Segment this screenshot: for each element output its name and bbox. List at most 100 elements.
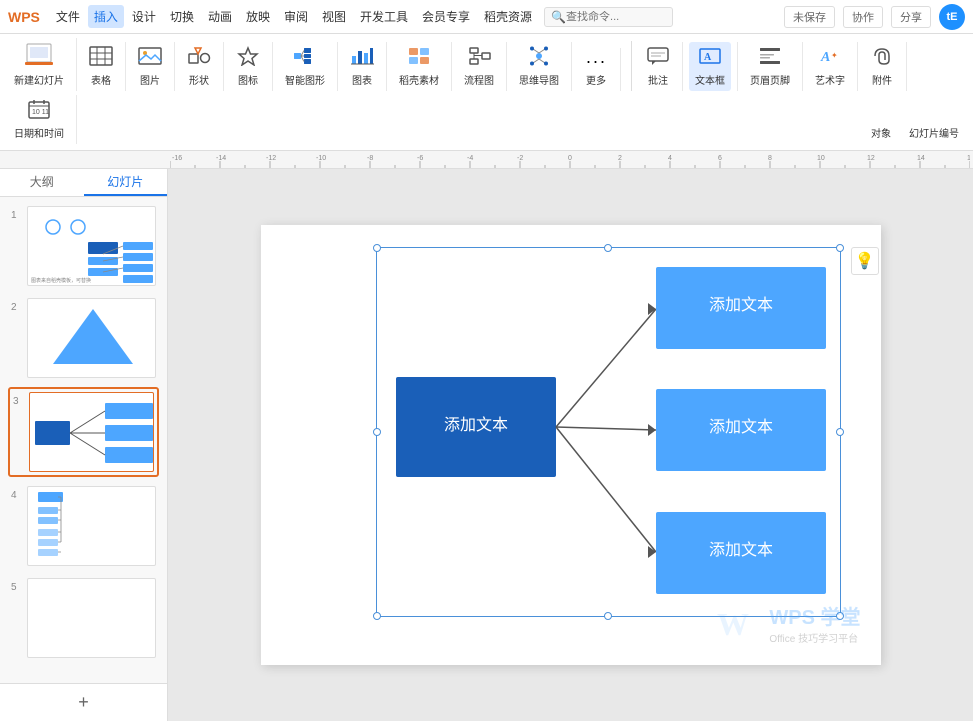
ruler-svg: -16 -14 -12 -10 -8 -6 -4 -2 0 [170,151,970,169]
ribbon-group-icon: 图标 [230,42,273,91]
search-input[interactable] [566,11,666,23]
slide-item-4[interactable]: 4 [8,483,159,569]
menu-resources[interactable]: 稻壳资源 [478,5,538,28]
slide-thumb-4[interactable] [27,486,156,566]
slide-item-1[interactable]: 1 [8,203,159,289]
wordart-button[interactable]: A ✦ 艺术字 [809,42,851,91]
svg-text:4: 4 [668,155,672,162]
ribbon-group-headerfooter: 页眉页脚 [744,42,803,91]
object-button[interactable]: 对象 [863,119,899,144]
add-slide-button[interactable]: + [0,683,167,721]
wps-watermark: W WPS 学堂 Office 技巧学习平台 [715,601,860,645]
menu-vip[interactable]: 会员专享 [416,5,476,28]
slide-thumb-2[interactable] [27,298,156,378]
slide-canvas[interactable]: 💡 添加文本 添加文本 添加文本 [261,225,881,665]
smartart-button[interactable]: 智能图形 [279,42,331,91]
svg-text:8: 8 [768,155,772,162]
idea-icon: 💡 [855,251,875,271]
menu-devtools[interactable]: 开发工具 [354,5,414,28]
ribbon-group-table: 表格 [83,42,126,91]
menu-animation[interactable]: 动画 [202,5,238,28]
svg-text:-2: -2 [517,155,523,162]
idea-button[interactable]: 💡 [851,247,879,275]
menu-transition[interactable]: 切换 [164,5,200,28]
image-button[interactable]: 图片 [132,42,168,91]
slide-number-label: 幻灯片编号 [909,125,959,140]
chart-label: 图表 [352,72,372,87]
unsaved-btn[interactable]: 未保存 [784,6,835,28]
svg-text:2: 2 [618,155,622,162]
slide-num-4: 4 [11,486,21,501]
svg-text:-12: -12 [266,155,276,162]
new-slide-icon [25,42,53,70]
image-icon [138,46,162,70]
share-btn[interactable]: 分享 [891,6,931,28]
main-area: 大纲 幻灯片 1 [0,169,973,721]
svg-text:-6: -6 [417,155,423,162]
slide-thumb-1[interactable]: 图表来自稻壳模板，可替换 [27,206,156,286]
svg-text:-16: -16 [172,155,182,162]
menu-view[interactable]: 视图 [316,5,352,28]
collaborate-btn[interactable]: 协作 [843,6,883,28]
slide-item-2[interactable]: 2 [8,295,159,381]
slide-num-2: 2 [11,298,21,313]
icon-button[interactable]: 图标 [230,42,266,91]
canvas-area[interactable]: 💡 添加文本 添加文本 添加文本 [168,169,973,721]
image-label: 图片 [140,72,160,87]
flowchart-button[interactable]: 流程图 [458,42,500,91]
ribbon-group-chart: 图表 [344,42,387,91]
wps-logo-svg: W [715,603,765,643]
table-button[interactable]: 表格 [83,42,119,91]
comment-button[interactable]: 批注 [640,42,676,91]
table-label: 表格 [91,72,111,87]
datetime-label: 日期和时间 [14,125,64,140]
right-box-bottom-text[interactable]: 添加文本 [708,541,772,559]
slide-thumb-3[interactable] [29,392,154,472]
title-bar: WPS 文件 插入 设计 切换 动画 放映 审阅 视图 开发工具 会员专享 稻壳… [0,0,973,34]
search-box[interactable]: 🔍 [544,7,673,27]
flowchart-label: 流程图 [464,72,494,87]
svg-text:A: A [704,52,712,63]
right-box-mid-text[interactable]: 添加文本 [708,418,772,436]
flowchart-icon [467,46,491,70]
more-button[interactable]: ··· 更多 [578,48,614,91]
slide-thumb-5[interactable] [27,578,156,658]
datetime-button[interactable]: 10 11 日期和时间 [8,95,70,144]
shape-label: 形状 [189,72,209,87]
ruler: -16 -14 -12 -10 -8 -6 -4 -2 0 [0,151,973,169]
ribbon-group-datetime: 10 11 日期和时间 [8,95,77,144]
tab-slides[interactable]: 幻灯片 [84,169,168,196]
headerfooter-button[interactable]: 页眉页脚 [744,42,796,91]
svg-text:14: 14 [917,155,925,162]
chart-button[interactable]: 图表 [344,42,380,91]
headerfooter-icon [758,46,782,70]
menu-insert[interactable]: 插入 [88,5,124,28]
tab-outline[interactable]: 大纲 [0,169,84,196]
menu-file[interactable]: 文件 [50,5,86,28]
slide-number-button[interactable]: 幻灯片编号 [903,119,965,144]
ribbon-group-mindmap: 思维导图 [513,42,572,91]
slide-item-5[interactable]: 5 [8,575,159,661]
slide-num-5: 5 [11,578,21,593]
sidebar-tabs: 大纲 幻灯片 [0,169,167,197]
svg-text:10 11: 10 11 [32,109,49,116]
material-button[interactable]: 稻壳素材 [393,42,445,91]
new-slide-button[interactable]: 新建幻灯片 [8,38,70,91]
ribbon-group-smartart: 智能图形 [279,42,338,91]
slide-item-3[interactable]: 3 [8,387,159,477]
menu-slideshow[interactable]: 放映 [240,5,276,28]
user-avatar[interactable]: tE [939,4,965,30]
menu-review[interactable]: 审阅 [278,5,314,28]
mindmap-button[interactable]: 思维导图 [513,42,565,91]
right-box-top-text[interactable]: 添加文本 [708,296,772,314]
svg-text:✦: ✦ [831,51,838,60]
svg-text:12: 12 [867,155,875,162]
menu-design[interactable]: 设计 [126,5,162,28]
shape-button[interactable]: 形状 [181,42,217,91]
shape-icon [187,46,211,70]
slide-list: 1 [0,197,167,683]
svg-text:10: 10 [817,155,825,162]
attachment-button[interactable]: 附件 [864,42,900,91]
textbox-button[interactable]: A 文本框 [689,42,731,91]
attachment-label: 附件 [872,72,892,87]
